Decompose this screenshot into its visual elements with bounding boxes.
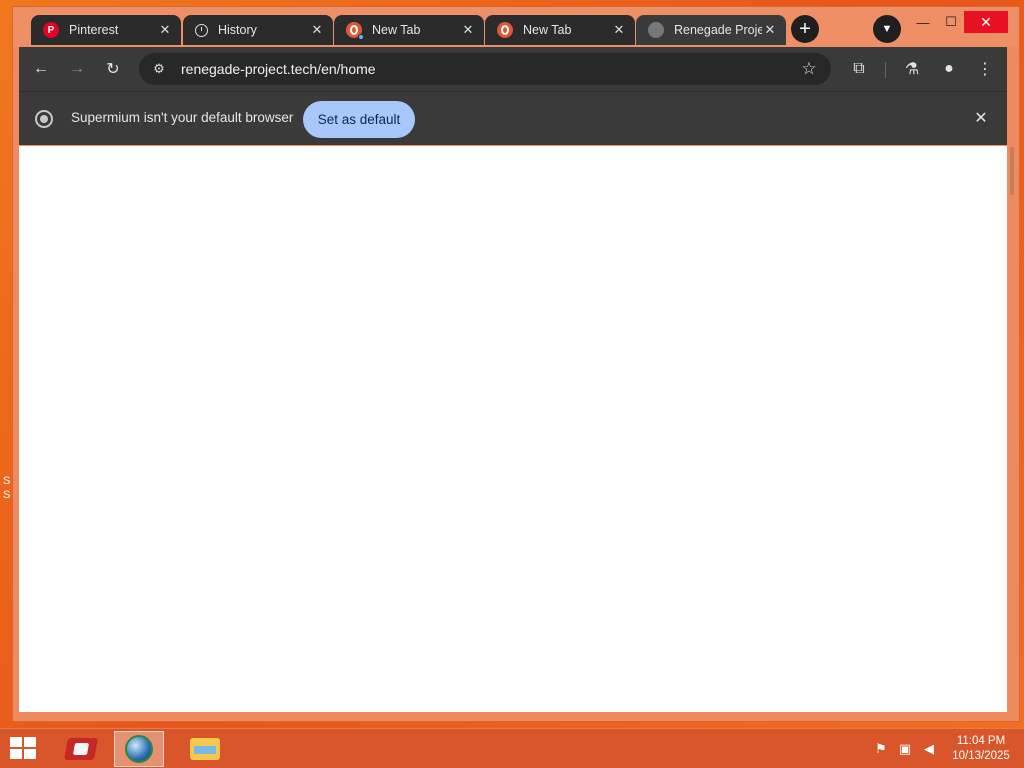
tab-new-tab[interactable]: New Tab ✕ xyxy=(334,15,484,45)
tab-title: New Tab xyxy=(523,23,572,37)
tab-history[interactable]: History ✕ xyxy=(183,15,333,45)
folder-icon xyxy=(190,738,220,760)
plus-icon: + xyxy=(799,18,811,40)
address-bar[interactable]: ⚙ renegade-project.tech/en/home ☆ xyxy=(139,53,831,85)
extensions-button[interactable]: ⧉ xyxy=(847,57,871,81)
chevron-down-icon: ▼ xyxy=(881,23,893,35)
close-icon[interactable]: ✕ xyxy=(762,22,778,38)
minimize-icon: — xyxy=(916,14,930,30)
close-icon[interactable]: ✕ xyxy=(157,22,173,38)
forward-button[interactable]: → xyxy=(65,57,89,81)
new-tab-button[interactable]: + xyxy=(791,15,819,43)
app-icon xyxy=(64,738,98,760)
clock-time: 11:04 PM xyxy=(956,735,1006,747)
flag-icon[interactable]: ⚑ xyxy=(872,741,890,757)
network-icon[interactable]: ▣ xyxy=(896,741,914,757)
volume-muted-icon[interactable]: ◀ xyxy=(920,741,938,757)
duckduckgo-icon xyxy=(497,22,513,38)
browser-window: P Pinterest ✕ History ✕ New Tab ✕ New Ta… xyxy=(12,6,1020,722)
close-icon[interactable]: ✕ xyxy=(611,22,627,38)
url-text[interactable]: renegade-project.tech/en/home xyxy=(181,61,797,77)
clock-date: 10/13/2025 xyxy=(952,750,1010,762)
tab-renegade-project[interactable]: Renegade Project ✕ xyxy=(636,15,786,45)
tab-new-tab[interactable]: New Tab ✕ xyxy=(485,15,635,45)
flask-icon: ⚗ xyxy=(904,61,920,78)
globe-icon xyxy=(648,22,664,38)
menu-button[interactable]: ⋮ xyxy=(973,57,997,81)
kebab-menu-icon: ⋮ xyxy=(977,61,993,78)
taskbar: ⚑ ▣ ◀ 11:04 PM 10/13/2025 xyxy=(0,728,1024,768)
tab-title: New Tab xyxy=(372,23,421,37)
taskbar-clock[interactable]: 11:04 PM 10/13/2025 xyxy=(946,734,1016,764)
tab-strip: P Pinterest ✕ History ✕ New Tab ✕ New Ta… xyxy=(13,7,1019,47)
page-content xyxy=(19,146,1007,712)
scrollbar[interactable] xyxy=(1010,147,1014,195)
close-icon: ✕ xyxy=(980,13,992,30)
site-settings-icon[interactable]: ⚙ xyxy=(149,59,169,79)
back-button[interactable]: ← xyxy=(29,57,53,81)
bookmark-star-icon[interactable]: ☆ xyxy=(797,57,821,81)
arrow-right-icon: → xyxy=(69,60,85,77)
history-icon xyxy=(195,23,208,37)
taskbar-app-explorer[interactable] xyxy=(180,731,230,767)
tab-search-button[interactable]: ▼ xyxy=(873,15,901,43)
set-as-default-button[interactable]: Set as default xyxy=(303,101,415,138)
reload-icon: ↻ xyxy=(106,61,120,78)
labs-button[interactable]: ⚗ xyxy=(900,57,924,81)
tab-title: Renegade Project xyxy=(674,23,762,37)
close-icon[interactable]: ✕ xyxy=(460,22,476,38)
profile-button[interactable]: ● xyxy=(937,57,961,81)
start-button[interactable] xyxy=(10,737,38,761)
close-icon[interactable]: ✕ xyxy=(309,22,325,38)
puzzle-icon: ⧉ xyxy=(853,60,865,77)
reload-button[interactable]: ↻ xyxy=(101,57,125,81)
browser-icon xyxy=(125,735,153,763)
tab-title: History xyxy=(218,23,257,37)
maximize-button[interactable]: ☐ xyxy=(934,11,968,33)
tab-pinterest[interactable]: P Pinterest ✕ xyxy=(31,15,181,45)
desktop-text: S xyxy=(3,489,11,501)
pinterest-icon: P xyxy=(43,22,59,38)
default-browser-infobar: Supermium isn't your default browser Set… xyxy=(19,91,1007,145)
close-icon[interactable]: ✕ xyxy=(971,108,991,128)
taskbar-app-red[interactable] xyxy=(56,731,106,767)
maximize-icon: ☐ xyxy=(945,14,957,29)
duckduckgo-icon xyxy=(346,22,364,40)
toolbar-divider xyxy=(885,62,886,78)
tab-title: Pinterest xyxy=(69,23,119,37)
taskbar-app-browser[interactable] xyxy=(114,731,164,767)
infobar-message: Supermium isn't your default browser xyxy=(71,110,294,125)
windows-logo-icon xyxy=(10,737,22,747)
window-close-button[interactable]: ✕ xyxy=(964,11,1008,33)
person-icon: ● xyxy=(944,60,954,77)
desktop-text: S xyxy=(3,475,11,487)
browser-logo-icon xyxy=(35,110,53,128)
toolbar: ← → ↻ ⚙ renegade-project.tech/en/home ☆ … xyxy=(19,47,1007,91)
arrow-left-icon: ← xyxy=(33,60,49,77)
